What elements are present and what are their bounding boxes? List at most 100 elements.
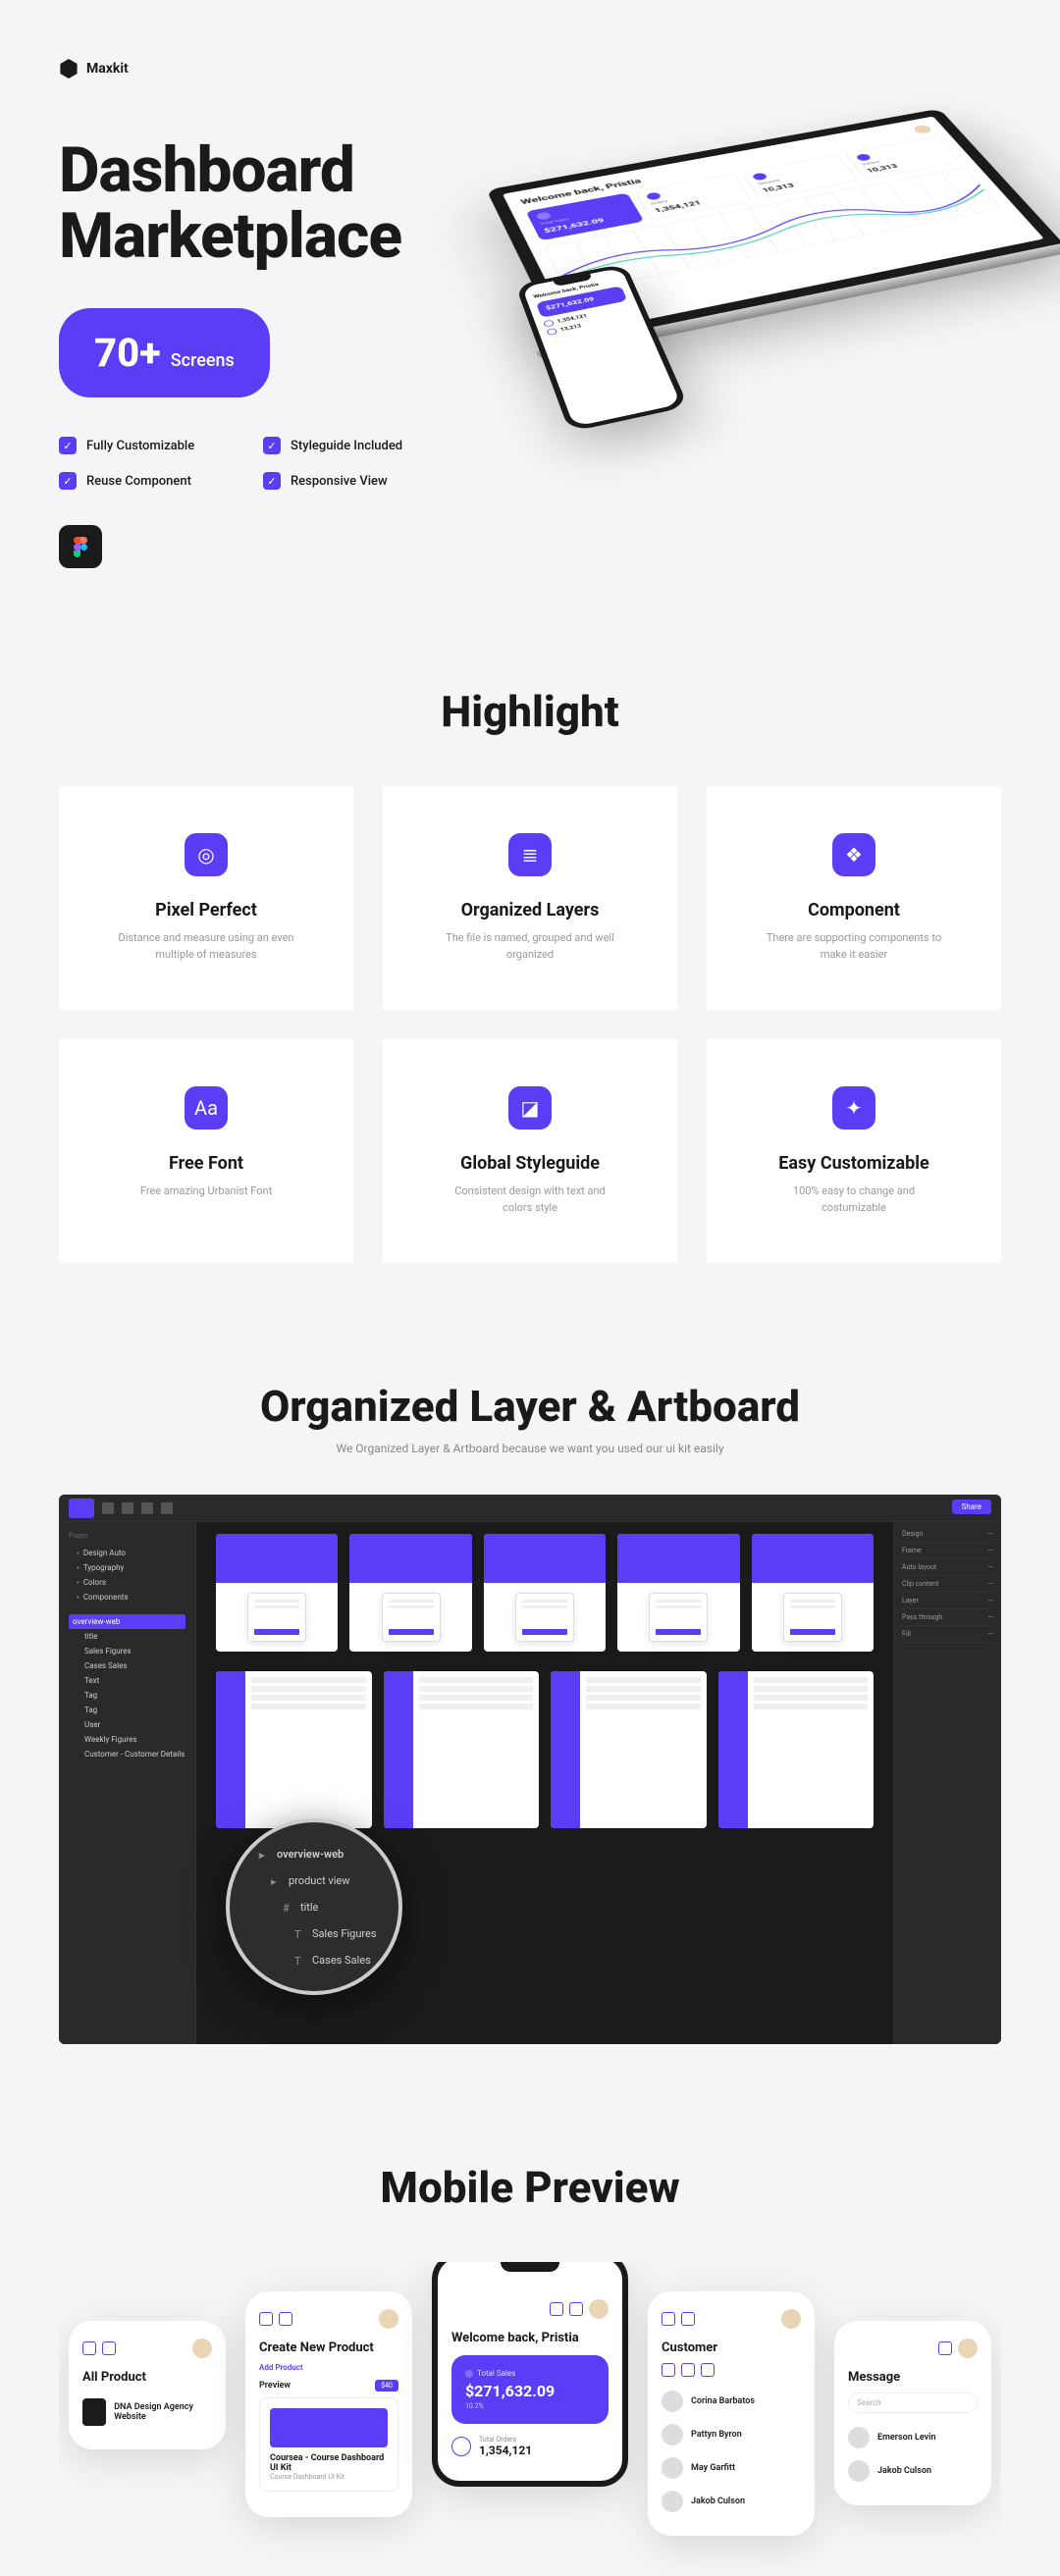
feature-label: Responsive View xyxy=(291,474,388,489)
phone-notch xyxy=(501,2262,559,2272)
page-item[interactable]: ▪ Design Auto xyxy=(69,1546,186,1560)
share-button[interactable]: Share xyxy=(952,1499,991,1514)
screens-count: 70+ xyxy=(94,330,161,376)
mobile-preview-stage: All Product DNA Design Agency Website Cr… xyxy=(59,2262,1001,2576)
layers-panel: Pages ▪ Design Auto▪ Typography▪ Colors▪… xyxy=(59,1495,196,2044)
highlight-section: Highlight ◎ Pixel Perfect Distance and m… xyxy=(0,686,1060,1381)
highlight-card: Aa Free Font Free amazing Urbanist Font xyxy=(59,1039,353,1263)
layers-icon: ≣ xyxy=(508,833,552,876)
layer-item[interactable]: User xyxy=(69,1717,186,1732)
layer-item[interactable]: Weekly Figures xyxy=(69,1732,186,1747)
page-item[interactable]: ▪ Typography xyxy=(69,1560,186,1575)
layer-item[interactable]: Tag xyxy=(69,1703,186,1717)
customer-row: Pattyn Byron xyxy=(662,2418,801,2451)
toolbar-icon xyxy=(161,1502,173,1514)
pixel-perfect-icon: ◎ xyxy=(185,833,228,876)
avatar xyxy=(958,2339,978,2358)
layer-item[interactable]: title xyxy=(69,1629,186,1644)
artboard xyxy=(551,1671,707,1828)
properties-panel: Design—Frame—Auto layout—Clip content—La… xyxy=(893,1495,1001,2044)
property-row: Design— xyxy=(902,1526,993,1543)
nav-icon xyxy=(662,2312,675,2326)
feature-item: ✓ Responsive View xyxy=(263,472,440,490)
figma-icon xyxy=(74,537,87,557)
highlight-title: Highlight xyxy=(59,686,1001,737)
screen-title: Create New Product xyxy=(259,2340,398,2355)
organized-title: Organized Layer & Artboard xyxy=(59,1381,1001,1432)
stat-row: Total Orders 1,354,121 xyxy=(451,2436,609,2457)
hero-title: Dashboard Marketplace xyxy=(59,137,530,269)
hero-section: Maxkit Dashboard Marketplace 70+ Screens… xyxy=(0,0,1060,686)
highlight-grid: ◎ Pixel Perfect Distance and measure usi… xyxy=(59,786,1001,1263)
check-icon: ✓ xyxy=(263,437,281,454)
feature-label: Styleguide Included xyxy=(291,439,402,453)
thumbnail xyxy=(82,2398,106,2426)
figma-menu-icon xyxy=(69,1498,94,1518)
magnifier-loupe: ▸overview-web ▸product view #title TSale… xyxy=(226,1818,402,1995)
check-icon: ✓ xyxy=(59,472,77,490)
sort-icon[interactable] xyxy=(701,2363,715,2377)
avatar xyxy=(781,2309,801,2329)
pages-label: Pages xyxy=(69,1532,186,1540)
highlight-card-title: Component xyxy=(730,900,978,920)
layer-item-active[interactable]: overview-web xyxy=(69,1614,186,1629)
search-input[interactable]: Search xyxy=(848,2392,978,2413)
artboard xyxy=(752,1534,874,1652)
highlight-card-title: Organized Layers xyxy=(406,900,654,920)
nav-icon xyxy=(102,2341,116,2355)
figma-editor-mockup: Share Pages ▪ Design Auto▪ Typography▪ C… xyxy=(59,1495,1001,2044)
mobile-preview-section: Mobile Preview All Product DNA Design Ag… xyxy=(0,2162,1060,2576)
highlight-card-title: Global Styleguide xyxy=(406,1153,654,1174)
nav-icon xyxy=(279,2312,292,2326)
artboard xyxy=(484,1534,606,1652)
screens-label: Screens xyxy=(171,350,235,371)
layer-item[interactable]: Text xyxy=(69,1673,186,1688)
customer-row: Jakob Culson xyxy=(662,2485,801,2518)
figma-badge xyxy=(59,525,102,568)
highlight-card-desc: The file is named, grouped and well orga… xyxy=(442,930,618,963)
list-item: DNA Design Agency Website xyxy=(82,2392,212,2432)
page-item[interactable]: ▪ Colors xyxy=(69,1575,186,1590)
property-row: Frame— xyxy=(902,1543,993,1559)
layer-item[interactable]: Tag xyxy=(69,1688,186,1703)
page-item[interactable]: ▪ Components xyxy=(69,1590,186,1604)
mobile-screen-dashboard: Welcome back, Pristia Total Sales $271,6… xyxy=(432,2262,628,2487)
highlight-card-desc: There are supporting components to make … xyxy=(766,930,942,963)
layer-item[interactable]: Sales Figures xyxy=(69,1644,186,1658)
highlight-card-title: Easy Customizable xyxy=(730,1153,978,1174)
product-card: Coursea - Course Dashboard UI Kit Course… xyxy=(259,2397,398,2492)
check-icon: ✓ xyxy=(263,472,281,490)
screen-title: Message xyxy=(848,2370,978,2385)
avatar xyxy=(379,2309,398,2329)
feature-item: ✓ Styleguide Included xyxy=(263,437,440,454)
feature-item: ✓ Fully Customizable xyxy=(59,437,236,454)
message-row: Emerson Levin xyxy=(848,2421,978,2454)
figma-toolbar: Share xyxy=(59,1495,1001,1522)
highlight-card-desc: 100% easy to change and costumizable xyxy=(766,1183,942,1216)
artboard xyxy=(718,1671,874,1828)
screens-badge: 70+ Screens xyxy=(59,308,270,397)
stat-icon xyxy=(451,2437,471,2456)
filter-icon[interactable] xyxy=(681,2363,695,2377)
layer-item[interactable]: Cases Sales xyxy=(69,1658,186,1673)
highlight-card-desc: Distance and measure using an even multi… xyxy=(118,930,294,963)
customize-icon: ✦ xyxy=(832,1086,875,1130)
search-icon[interactable] xyxy=(662,2363,675,2377)
welcome-text: Welcome back, Pristia xyxy=(451,2331,609,2345)
artboard xyxy=(216,1671,372,1828)
device-mockup-stage: Welcome back, Pristia Total Sales $271,6… xyxy=(481,20,1031,648)
layer-item[interactable]: Customer - Customer Details xyxy=(69,1747,186,1761)
property-row: Auto layout— xyxy=(902,1559,993,1576)
toolbar-icon xyxy=(141,1502,153,1514)
property-row: Clip content— xyxy=(902,1576,993,1593)
toolbar-icon xyxy=(102,1502,114,1514)
brand-name: Maxkit xyxy=(86,61,129,77)
artboard xyxy=(384,1671,540,1828)
toolbar-icon xyxy=(122,1502,133,1514)
organized-subtitle: We Organized Layer & Artboard because we… xyxy=(59,1442,1001,1455)
highlight-card: ≣ Organized Layers The file is named, gr… xyxy=(383,786,677,1010)
highlight-card: ✦ Easy Customizable 100% easy to change … xyxy=(707,1039,1001,1263)
mobile-screen-all-product: All Product DNA Design Agency Website xyxy=(69,2321,226,2449)
total-sales-card: Total Sales $271,632.09 10.2% xyxy=(451,2355,609,2424)
font-icon: Aa xyxy=(185,1086,228,1130)
